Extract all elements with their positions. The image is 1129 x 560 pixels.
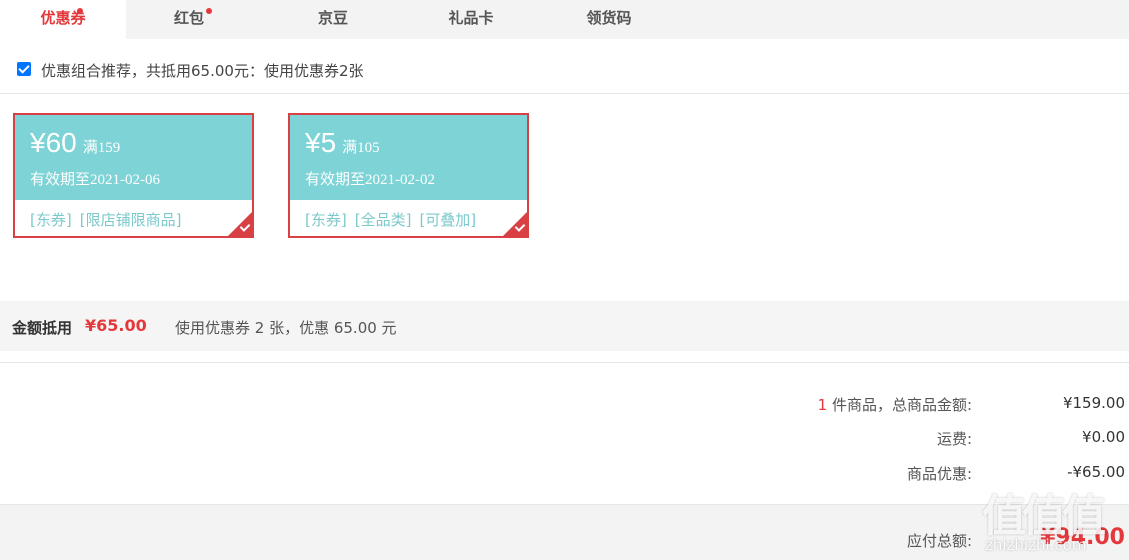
items-total-value: ¥159.00 [1062, 394, 1125, 412]
coupon-amount: ¥5 [305, 127, 337, 158]
coupon-tabs: 优惠券 红包 京豆 礼品卡 领货码 [0, 0, 1129, 39]
tab-claim-code-label: 领货码 [586, 9, 632, 27]
discount-label: 商品优惠: [906, 465, 972, 483]
coupon-tag: [可叠加] [419, 211, 477, 229]
shipping-label: 运费: [936, 430, 972, 448]
discount-summary: 金额抵用 ¥65.00 使用优惠券 2 张，优惠 65.00 元 [0, 301, 1129, 351]
recommend-text: 优惠组合推荐，共抵用65.00元：使用优惠券2张 [41, 62, 364, 80]
payable-label: 应付总额: [906, 532, 972, 550]
coupon-tag: [全品类] [354, 211, 412, 229]
coupon-condition: 满159 [82, 140, 121, 156]
coupon-tag: [东券] [30, 211, 72, 229]
coupon-card[interactable]: ¥60 满159 有效期至2021-02-06 [东券] [限店铺限商品] [13, 113, 254, 238]
items-count: 1 [817, 396, 828, 414]
tab-claim-code[interactable]: 领货码 [546, 0, 672, 39]
payable-value: ¥94.00 [1040, 525, 1125, 550]
tab-gift-card[interactable]: 礼品卡 [408, 0, 534, 39]
coupon-condition: 满105 [342, 140, 380, 156]
tab-gift-card-label: 礼品卡 [448, 9, 494, 27]
recommend-checkbox[interactable] [17, 62, 31, 76]
recommend-row: 优惠组合推荐，共抵用65.00元：使用优惠券2张 [0, 39, 1129, 94]
items-total-label: 1 件商品，总商品金额: [818, 394, 972, 415]
coupon-tag: [限店铺限商品] [79, 211, 182, 229]
coupon-tags: [东券] [全品类] [可叠加] [305, 209, 484, 230]
items-total-row: 1 件商品，总商品金额: ¥159.00 [0, 394, 1129, 416]
items-label-text: 件商品，总商品金额: [827, 396, 972, 414]
summary-label: 金额抵用 [12, 319, 73, 337]
tab-red-packet[interactable]: 红包 [126, 0, 252, 39]
shipping-row: 运费: ¥0.00 [0, 428, 1129, 450]
coupon-amount: ¥60 [30, 127, 77, 158]
discount-value: -¥65.00 [1067, 463, 1125, 481]
payable-bar: 应付总额: ¥94.00 [0, 504, 1129, 560]
coupon-card[interactable]: ¥5 满105 有效期至2021-02-02 [东券] [全品类] [可叠加] [288, 113, 529, 238]
tab-coupons-dot [77, 8, 83, 14]
coupon-header: ¥60 满159 有效期至2021-02-06 [15, 115, 252, 200]
tab-red-packet-dot [206, 8, 212, 14]
tab-coupons[interactable]: 优惠券 [0, 0, 126, 39]
tab-red-packet-label: 红包 [173, 9, 204, 27]
coupon-tags: [东券] [限店铺限商品] [30, 209, 189, 230]
discount-row: 商品优惠: -¥65.00 [0, 463, 1129, 485]
coupon-header: ¥5 满105 有效期至2021-02-02 [290, 115, 527, 200]
coupon-validity: 有效期至2021-02-06 [30, 172, 160, 188]
coupon-validity: 有效期至2021-02-02 [305, 172, 435, 188]
coupon-tag: [东券] [305, 211, 347, 229]
shipping-value: ¥0.00 [1082, 428, 1125, 446]
summary-amount: ¥65.00 [85, 316, 147, 335]
coupon-amount-block: ¥60 满159 [30, 127, 120, 159]
section-divider [0, 362, 1129, 363]
tab-jingdou[interactable]: 京豆 [270, 0, 396, 39]
coupon-amount-block: ¥5 满105 [305, 127, 380, 159]
tab-jingdou-label: 京豆 [317, 9, 348, 27]
summary-description: 使用优惠券 2 张，优惠 65.00 元 [175, 319, 397, 337]
